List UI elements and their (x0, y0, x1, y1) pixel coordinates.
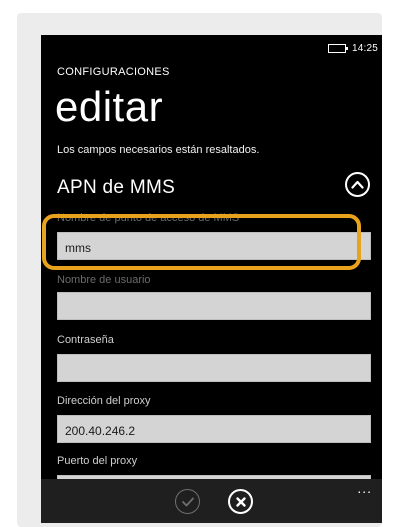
page-title: editar (55, 83, 164, 130)
username-input[interactable] (57, 292, 371, 320)
highlight-box (42, 214, 361, 270)
app-title: CONFIGURACIONES (57, 66, 170, 78)
field-label-proxy-port: Puerto del proxy (57, 455, 138, 467)
field-label-username: Nombre de usuario (57, 274, 151, 286)
proxy-address-input[interactable]: 200.40.246.2 (57, 415, 371, 443)
app-bar: ... (41, 479, 382, 523)
cancel-button[interactable] (228, 489, 253, 514)
password-input[interactable] (57, 354, 371, 382)
status-time: 14:25 (351, 42, 378, 54)
more-options-button[interactable]: ... (357, 481, 372, 495)
section-title: APN de MMS (57, 177, 176, 198)
collapse-section-button[interactable] (345, 172, 370, 197)
status-bar: 14:25 (327, 41, 378, 55)
screenshot-frame: 14:25 CONFIGURACIONES editar Los campos … (0, 0, 394, 527)
chevron-up-icon (351, 180, 364, 189)
field-label-password: Contraseña (57, 334, 114, 346)
close-icon (235, 496, 246, 507)
check-icon (181, 497, 194, 506)
battery-icon (327, 43, 348, 53)
required-fields-hint: Los campos necesarios están resaltados. (57, 144, 260, 156)
phone-screen: 14:25 CONFIGURACIONES editar Los campos … (41, 35, 382, 523)
accept-button[interactable] (175, 489, 200, 514)
field-label-proxy-address: Dirección del proxy (57, 395, 151, 407)
